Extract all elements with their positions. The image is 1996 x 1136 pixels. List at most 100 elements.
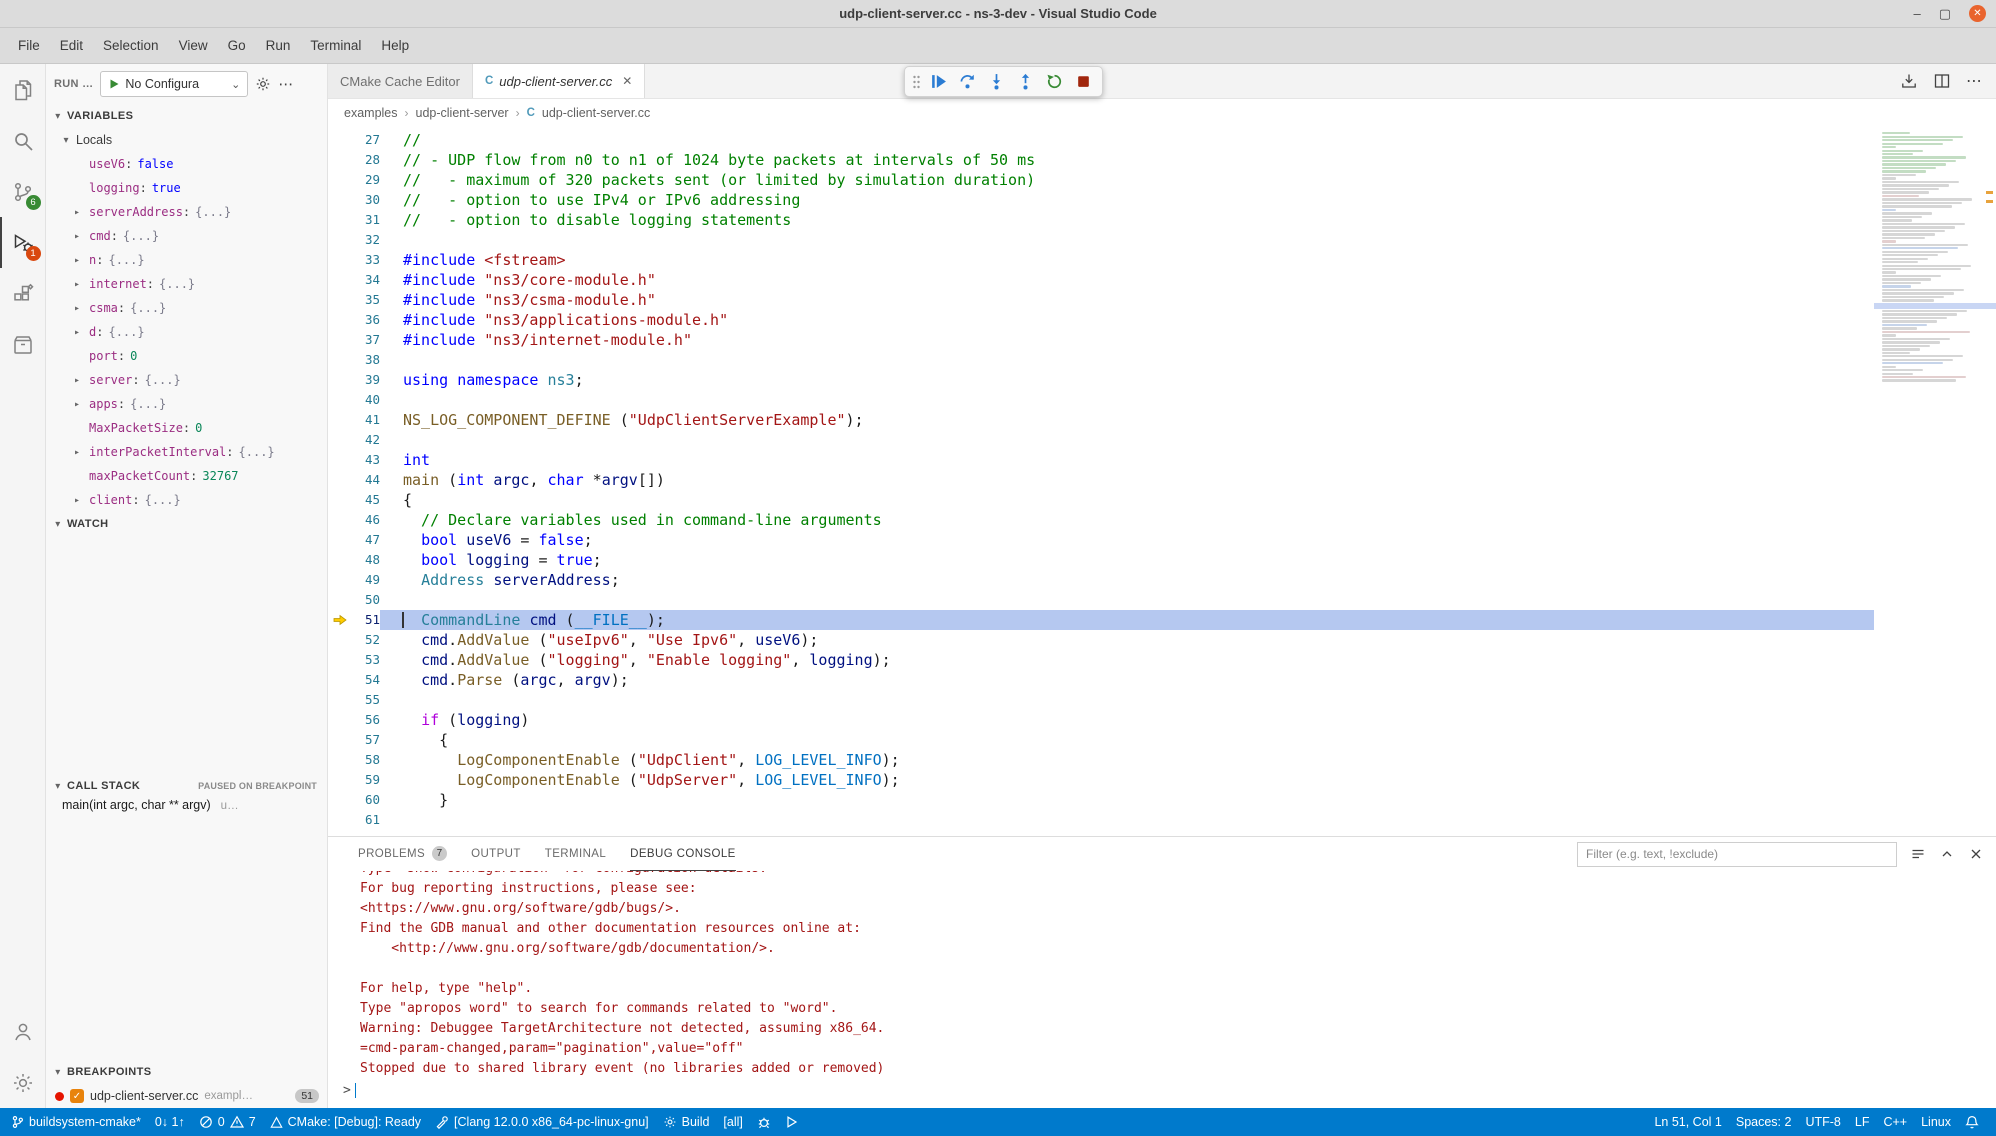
line-number[interactable]: 42 (354, 430, 380, 450)
code-line-32[interactable]: 32 (328, 230, 1996, 250)
line-number[interactable]: 60 (354, 790, 380, 810)
glyph-margin[interactable] (328, 250, 354, 270)
step-out-icon[interactable] (1011, 69, 1039, 95)
glyph-margin[interactable] (328, 690, 354, 710)
code-line-35[interactable]: 35#include "ns3/csma-module.h" (328, 290, 1996, 310)
code-line-45[interactable]: 45{ (328, 490, 1996, 510)
variable-csma[interactable]: ▸csma:{...} (46, 296, 327, 320)
breakpoint-checkbox[interactable]: ✓ (70, 1089, 84, 1103)
variable-maxPacketCount[interactable]: maxPacketCount:32767 (46, 464, 327, 488)
breadcrumb-examples[interactable]: examples (344, 106, 398, 120)
twisty-collapsed-icon[interactable]: ▸ (74, 399, 89, 410)
line-number[interactable]: 48 (354, 550, 380, 570)
line-number[interactable]: 59 (354, 770, 380, 790)
status-language[interactable]: C++ (1876, 1108, 1914, 1136)
line-number[interactable]: 29 (354, 170, 380, 190)
line-number[interactable]: 40 (354, 390, 380, 410)
code-editor[interactable]: 27//28// - UDP flow from n0 to n1 of 102… (328, 127, 1996, 836)
variable-server[interactable]: ▸server:{...} (46, 368, 327, 392)
line-number[interactable]: 45 (354, 490, 380, 510)
line-number[interactable]: 50 (354, 590, 380, 610)
variable-useV6[interactable]: useV6:false (46, 152, 327, 176)
line-number[interactable]: 58 (354, 750, 380, 770)
code-line-29[interactable]: 29// - maximum of 320 packets sent (or l… (328, 170, 1996, 190)
minimap[interactable] (1874, 127, 1996, 836)
stop-icon[interactable] (1069, 69, 1097, 95)
start-debug-icon[interactable] (108, 78, 120, 90)
activity-explorer[interactable] (0, 64, 46, 115)
glyph-margin[interactable] (328, 170, 354, 190)
glyph-margin[interactable] (328, 350, 354, 370)
callstack-section-header[interactable]: ▾ CALL STACK PAUSED ON BREAKPOINT (46, 774, 327, 798)
scope-locals[interactable]: ▾ Locals (46, 128, 327, 152)
status-cmake[interactable]: CMake: [Debug]: Ready (263, 1108, 428, 1136)
twisty-collapsed-icon[interactable]: ▸ (74, 303, 89, 314)
tab-output[interactable]: OUTPUT (471, 837, 521, 871)
variable-apps[interactable]: ▸apps:{...} (46, 392, 327, 416)
code-line-44[interactable]: 44main (int argc, char *argv[]) (328, 470, 1996, 490)
glyph-margin[interactable] (328, 810, 354, 830)
variable-cmd[interactable]: ▸cmd:{...} (46, 224, 327, 248)
tab-cmake-cache-editor[interactable]: CMake Cache Editor (328, 64, 473, 98)
line-number[interactable]: 39 (354, 370, 380, 390)
step-into-icon[interactable] (982, 69, 1010, 95)
code-line-27[interactable]: 27// (328, 130, 1996, 150)
code-line-59[interactable]: 59 LogComponentEnable ("UdpServer", LOG_… (328, 770, 1996, 790)
variable-interPacketInterval[interactable]: ▸interPacketInterval:{...} (46, 440, 327, 464)
status-indentation[interactable]: Spaces: 2 (1729, 1108, 1799, 1136)
glyph-margin[interactable] (328, 450, 354, 470)
console-input[interactable]: > (343, 1079, 1996, 1101)
status-sync[interactable]: 0↓ 1↑ (148, 1108, 192, 1136)
restart-icon[interactable] (1040, 69, 1068, 95)
glyph-margin[interactable] (328, 790, 354, 810)
line-number[interactable]: 56 (354, 710, 380, 730)
glyph-margin[interactable] (328, 470, 354, 490)
glyph-margin[interactable] (328, 710, 354, 730)
minimize-icon[interactable]: – (1913, 7, 1920, 20)
code-line-39[interactable]: 39using namespace ns3; (328, 370, 1996, 390)
status-notifications[interactable] (1958, 1108, 1986, 1136)
glyph-margin[interactable] (328, 730, 354, 750)
tab-debug-console[interactable]: DEBUG CONSOLE (630, 837, 736, 871)
activity-package[interactable] (0, 319, 46, 370)
code-line-47[interactable]: 47 bool useV6 = false; (328, 530, 1996, 550)
watch-section-header[interactable]: ▾ WATCH (46, 512, 327, 536)
launch-config-dropdown[interactable]: No Configura ⌄ (100, 71, 248, 97)
twisty-collapsed-icon[interactable]: ▸ (74, 327, 89, 338)
variable-MaxPacketSize[interactable]: MaxPacketSize:0 (46, 416, 327, 440)
menu-item-edit[interactable]: Edit (50, 33, 93, 58)
line-number[interactable]: 55 (354, 690, 380, 710)
restore-icon[interactable]: ▢ (1939, 7, 1951, 20)
glyph-margin[interactable] (328, 150, 354, 170)
status-build-button[interactable]: Build (656, 1108, 717, 1136)
tab-terminal[interactable]: TERMINAL (545, 837, 606, 871)
glyph-margin[interactable] (328, 190, 354, 210)
code-line-42[interactable]: 42 (328, 430, 1996, 450)
download-icon[interactable] (1900, 72, 1918, 90)
twisty-collapsed-icon[interactable]: ▸ (74, 279, 89, 290)
line-number[interactable]: 36 (354, 310, 380, 330)
status-os[interactable]: Linux (1914, 1108, 1958, 1136)
twisty-collapsed-icon[interactable]: ▸ (74, 447, 89, 458)
glyph-margin[interactable] (328, 330, 354, 350)
activity-extensions[interactable] (0, 268, 46, 319)
line-number[interactable]: 61 (354, 810, 380, 830)
status-kit[interactable]: [Clang 12.0.0 x86_64-pc-linux-gnu] (428, 1108, 656, 1136)
status-cursor-position[interactable]: Ln 51, Col 1 (1647, 1108, 1728, 1136)
code-line-46[interactable]: 46 // Declare variables used in command-… (328, 510, 1996, 530)
line-number[interactable]: 32 (354, 230, 380, 250)
line-number[interactable]: 47 (354, 530, 380, 550)
menu-item-run[interactable]: Run (256, 33, 301, 58)
twisty-collapsed-icon[interactable]: ▸ (74, 375, 89, 386)
status-branch[interactable]: buildsystem-cmake* (4, 1108, 148, 1136)
configure-gear-icon[interactable] (255, 76, 271, 92)
close-panel-icon[interactable] (1968, 846, 1984, 862)
breakpoint-item[interactable]: ✓ udp-client-server.cc exampl… 51 (46, 1084, 327, 1108)
tab-problems[interactable]: PROBLEMS 7 (358, 837, 447, 871)
variables-section-header[interactable]: ▾ VARIABLES (46, 104, 327, 128)
glyph-margin[interactable] (328, 290, 354, 310)
breakpoints-section-header[interactable]: ▾ BREAKPOINTS (46, 1060, 327, 1084)
line-number[interactable]: 51 (354, 610, 380, 630)
glyph-margin[interactable] (328, 210, 354, 230)
code-line-49[interactable]: 49 Address serverAddress; (328, 570, 1996, 590)
